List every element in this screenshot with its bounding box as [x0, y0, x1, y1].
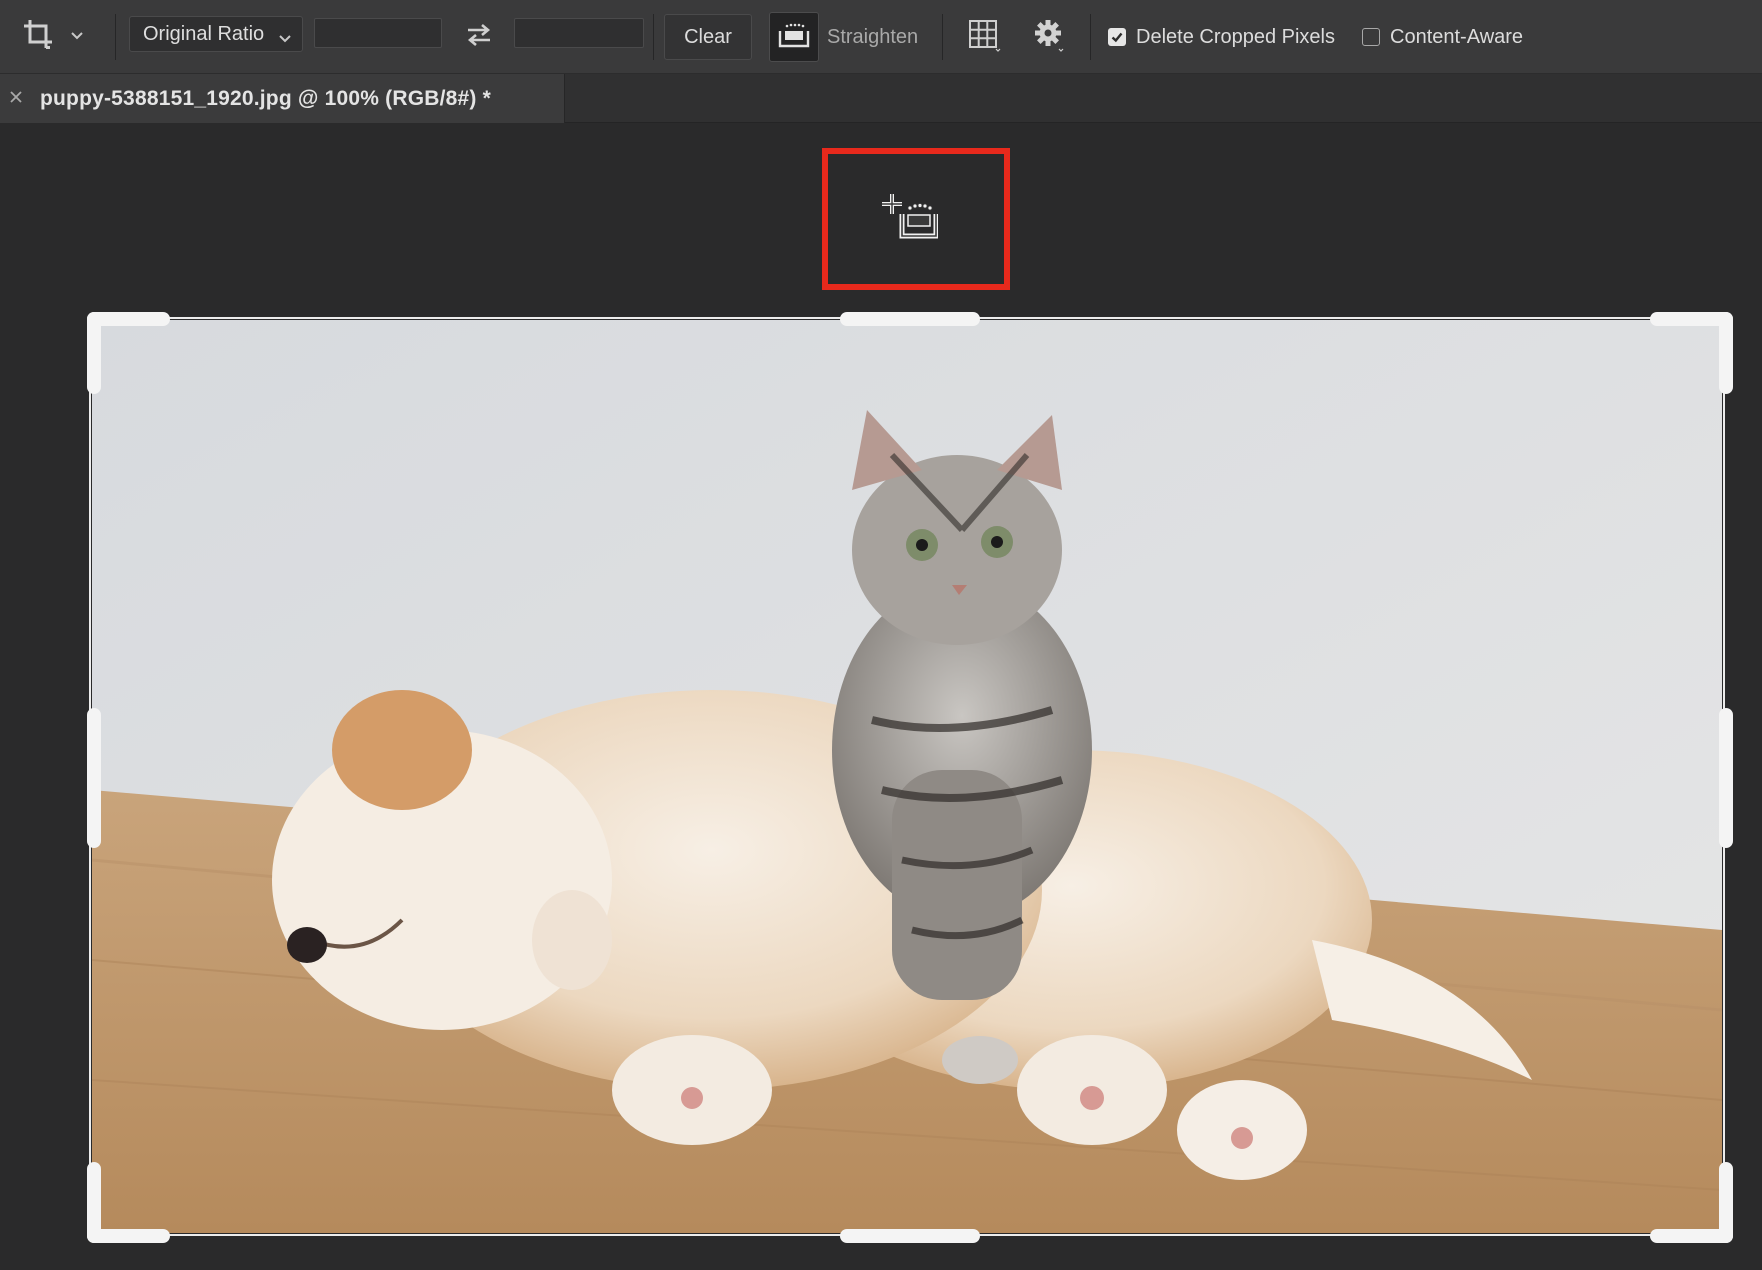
divider	[653, 14, 654, 60]
delete-cropped-pixels-label: Delete Cropped Pixels	[1136, 25, 1335, 48]
chevron-down-icon	[278, 27, 292, 50]
document-tab[interactable]: puppy-5388151_1920.jpg @ 100% (RGB/8#) *	[0, 74, 565, 123]
ratio-select-value: Original Ratio	[143, 22, 265, 45]
crop-settings-button[interactable]	[1030, 0, 1070, 74]
checkbox-checked-icon[interactable]	[1108, 28, 1126, 46]
crop-handle-bottom-right[interactable]	[1719, 1162, 1733, 1243]
straighten-button[interactable]	[769, 12, 819, 62]
crop-handle-bottom[interactable]	[840, 1229, 980, 1243]
crop-area[interactable]	[89, 317, 1725, 1236]
crop-handle-top[interactable]	[840, 312, 980, 326]
content-aware-label: Content-Aware	[1390, 25, 1524, 48]
options-bar: Original Ratio Clear Straighten Delete C…	[0, 0, 1762, 74]
width-input[interactable]	[314, 18, 442, 48]
gear-icon	[1033, 18, 1067, 57]
close-icon[interactable]	[9, 90, 23, 104]
straighten-level-icon	[777, 22, 811, 53]
straighten-label[interactable]: Straighten	[827, 0, 918, 74]
crop-tool-preset-picker[interactable]	[22, 0, 102, 74]
divider	[1090, 14, 1091, 60]
straighten-cursor-icon	[878, 194, 939, 245]
content-aware-toggle[interactable]: Content-Aware	[1362, 0, 1523, 74]
overlay-options-button[interactable]	[965, 0, 1003, 74]
crop-handle-top-left[interactable]	[87, 312, 101, 394]
swap-dimensions-button[interactable]	[461, 0, 497, 74]
clear-button[interactable]: Clear	[664, 14, 752, 60]
crop-handle-top-right[interactable]	[1719, 312, 1733, 394]
divider	[115, 14, 116, 60]
crop-handle-left[interactable]	[87, 708, 101, 848]
document-image	[92, 320, 1722, 1233]
grid-overlay-icon	[967, 18, 1001, 57]
divider	[942, 14, 943, 60]
chevron-down-icon	[70, 28, 84, 46]
document-tab-title: puppy-5388151_1920.jpg @ 100% (RGB/8#) *	[40, 86, 491, 110]
checkbox-unchecked-icon[interactable]	[1362, 28, 1380, 46]
ratio-select[interactable]: Original Ratio	[129, 16, 303, 52]
height-input[interactable]	[514, 18, 644, 48]
delete-cropped-pixels-toggle[interactable]: Delete Cropped Pixels	[1108, 0, 1335, 74]
crop-handle-right[interactable]	[1719, 708, 1733, 848]
crop-icon	[22, 18, 56, 57]
swap-arrows-icon	[464, 22, 494, 53]
crop-handle-bottom-left[interactable]	[87, 1162, 101, 1243]
document-tab-bar: puppy-5388151_1920.jpg @ 100% (RGB/8#) *	[0, 74, 1762, 123]
